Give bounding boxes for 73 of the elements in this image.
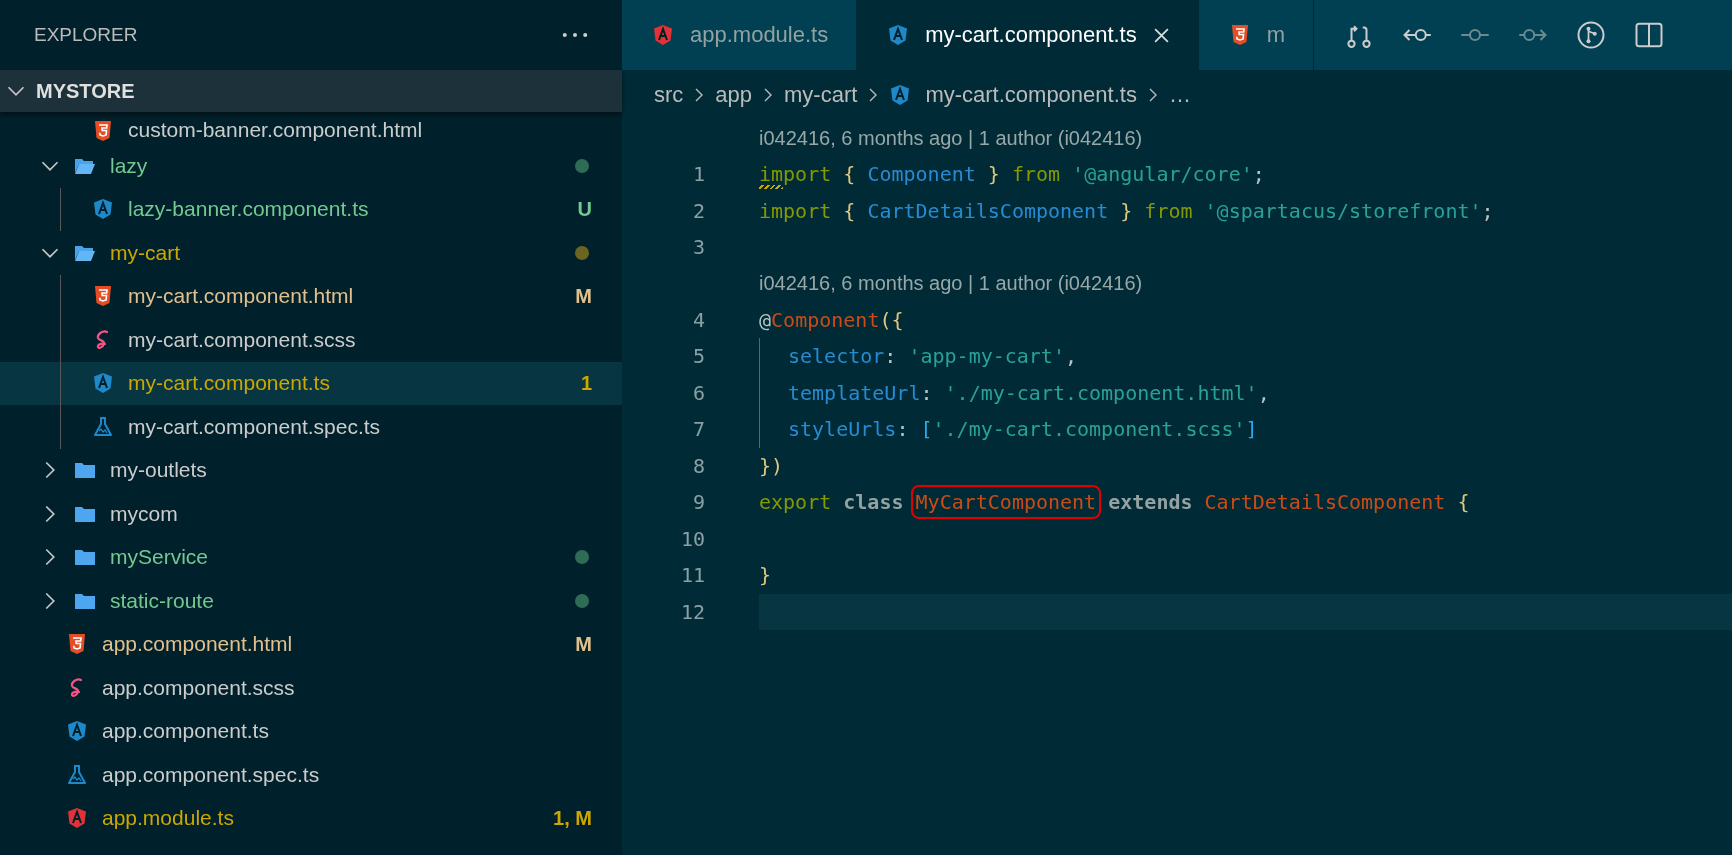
flask-icon [92,415,114,438]
file-item[interactable]: app.component.spec.ts [0,753,622,797]
git-status-label: M [575,632,592,656]
folder-item[interactable]: my-outlets [0,448,622,492]
codelens[interactable]: i042416, 6 months ago | 1 author (i042416) [759,126,1143,150]
file-item[interactable]: my-cart.component.html M [0,274,622,318]
breadcrumb-item[interactable]: … [1168,82,1191,108]
code-line: styleUrls: ['./my-cart.component.scss'] [788,416,1258,443]
breadcrumb-item[interactable]: my-cart.component.ts [889,82,1137,108]
close-icon[interactable] [1152,26,1170,44]
line-number: 3 [691,235,705,260]
file-item[interactable]: app.component.scss [0,666,622,710]
status-dot [575,245,589,260]
folder-item[interactable]: myService [0,535,622,579]
code-line: @Component({ [759,306,904,333]
shield-file-icon [889,84,912,106]
line-number: 4 [691,307,705,332]
more-icon[interactable] [562,32,588,38]
code-line: } [759,562,772,589]
file-item[interactable]: app.component.html M [0,622,622,666]
html-file-icon [92,120,114,142]
file-item[interactable]: app.component.ts [0,709,622,753]
file-item[interactable]: custom-banner.component.html [0,112,622,144]
shield-file-icon [92,198,114,221]
status-dot [575,593,589,608]
breadcrumb-item[interactable]: app [715,82,753,108]
line-number: 2 [691,198,705,223]
git-status-label: 1, M [553,806,592,830]
shield-file-icon [887,24,910,46]
line-number: 10 [679,526,705,551]
branch-icon[interactable] [1576,20,1607,50]
folder-item[interactable]: lazy [0,144,622,188]
git-status-label: 1 [580,371,592,395]
status-dot [575,158,589,173]
shield-file-icon [66,807,88,830]
folder-item[interactable]: static-route [0,579,622,623]
file-item[interactable]: app.module.ts 1, M [0,796,622,840]
file-item[interactable]: lazy-banner.component.ts U [0,187,622,231]
code-line: import { Component } from '@angular/core'; [759,161,1265,188]
line-number: 6 [691,380,705,405]
workspace-header[interactable]: MYSTORE [0,70,622,112]
file-item[interactable]: my-cart.component.ts 1 [0,361,622,405]
file-item[interactable]: my-cart.component.scss [0,318,622,362]
line-number: 1 [691,162,705,187]
line-number: 11 [679,563,705,588]
breadcrumb-item[interactable]: src [654,82,684,108]
code-line: import { CartDetailsComponent } from '@spartacus/storefront'; [759,197,1494,224]
folder-item[interactable]: mycom [0,492,622,536]
git-status-label: M [575,284,592,308]
line-number: 5 [691,344,705,369]
sidebar-title: EXPLORER [34,24,138,46]
line-number: 7 [691,417,705,442]
html-file-icon [66,633,88,656]
shield-file-icon [92,372,114,395]
shield-file-icon [652,24,674,46]
breadcrumb-item[interactable]: my-cart [784,82,858,108]
folder-item[interactable]: my-cart [0,231,622,275]
html-file-icon [92,285,114,308]
code-line: selector: 'app-my-cart', [788,343,1077,370]
shield-file-icon [66,720,88,743]
split-editor-icon[interactable] [1634,20,1665,50]
file-item[interactable]: my-cart.component.spec.ts [0,405,622,449]
code-line: templateUrl: './my-cart.component.html', [788,379,1270,406]
git-status-label: U [577,197,592,221]
flask-icon [66,763,88,786]
codelens[interactable]: i042416, 6 months ago | 1 author (i042416) [759,272,1143,295]
status-dot [575,550,589,565]
line-number: 12 [679,599,705,624]
code-line: }) [759,452,784,479]
line-number: 8 [691,453,705,478]
code-line: export class MyCartComponent extends CartDetailsComponent { [759,489,1470,516]
editor-tab[interactable]: my-cart.component.ts [857,0,1199,70]
line-number: 9 [691,490,705,515]
